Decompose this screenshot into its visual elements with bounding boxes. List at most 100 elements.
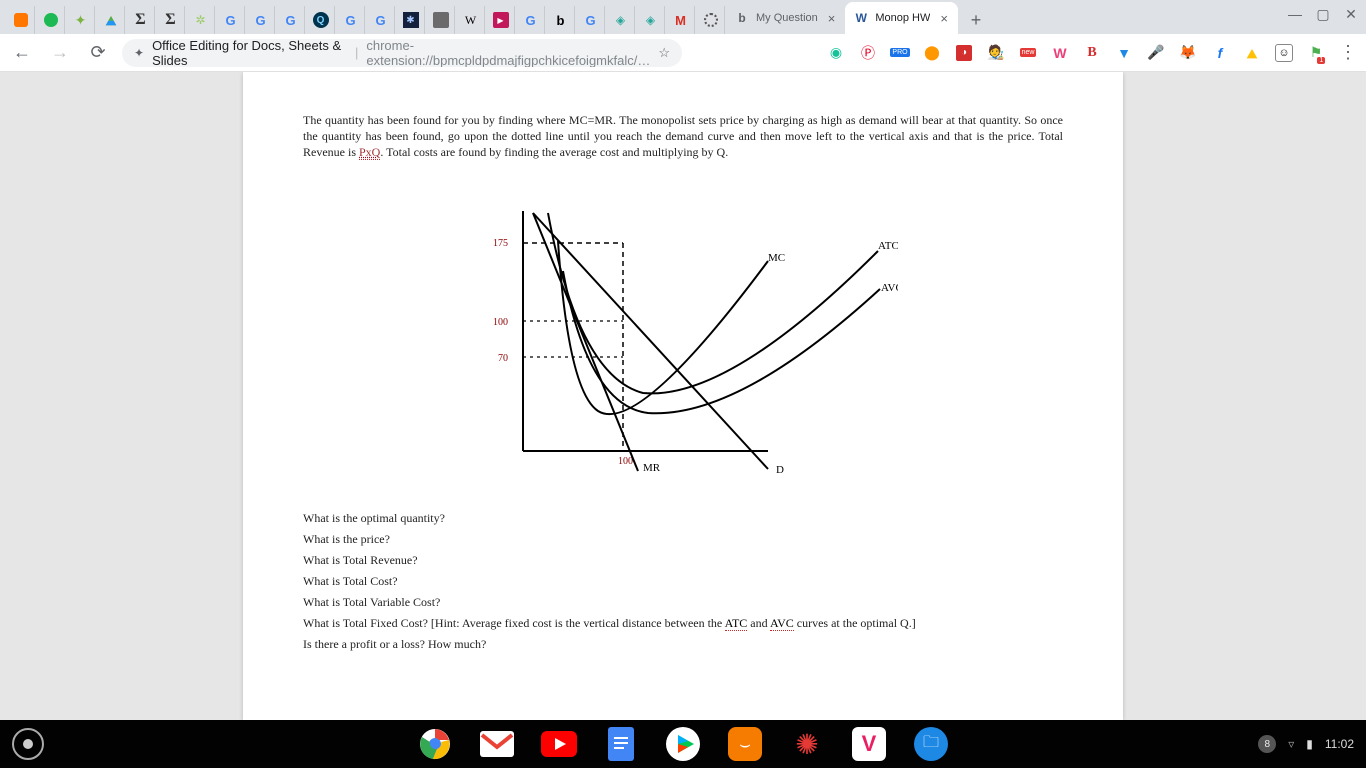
question-5: What is Total Variable Cost? (303, 595, 1063, 610)
pinned-tab-g6[interactable]: G (517, 6, 545, 34)
pinned-tab-q[interactable]: Q (307, 6, 335, 34)
ext-avatar-icon[interactable]: ☺ (1274, 43, 1294, 63)
omnibox-url: chrome-extension://bpmcpldpdmajfigpchkic… (366, 39, 650, 67)
pinned-tab-1[interactable] (7, 6, 35, 34)
pinned-tab-g5[interactable]: G (367, 6, 395, 34)
clock: 11:02 (1325, 737, 1354, 751)
question-7: Is there a profit or a loss? How much? (303, 637, 1063, 652)
pinned-tab-g7[interactable]: G (577, 6, 605, 34)
document-page: The quantity has been found for you by f… (243, 72, 1123, 720)
omnibox-title: Office Editing for Docs, Sheets & Slides (152, 39, 347, 67)
label-avc: AVC (881, 282, 898, 294)
notification-count[interactable]: 8 (1258, 735, 1276, 753)
pinned-tab-g4[interactable]: G (337, 6, 365, 34)
pinned-tab-7[interactable]: ✲ (187, 6, 215, 34)
app-gmail[interactable] (477, 724, 517, 764)
question-3: What is Total Revenue? (303, 553, 1063, 568)
extension-puzzle-icon: ✦ (134, 46, 144, 60)
label-atc: ATC (878, 240, 898, 252)
new-tab-button[interactable]: + (962, 6, 990, 34)
shelf-apps: ⌣ ✺ V 🗀 (415, 724, 951, 764)
chrome-menu-button[interactable]: ⋮ (1338, 43, 1358, 63)
pinned-tab-diamond2[interactable]: ◈ (637, 6, 665, 34)
back-button[interactable]: ← (8, 39, 36, 67)
pinned-tab-g3[interactable]: G (277, 6, 305, 34)
monopoly-graph: 175 100 70 100 D MR MC ATC (468, 201, 898, 481)
pinned-tab-3[interactable]: ✦ (67, 6, 95, 34)
label-mc: MC (768, 252, 785, 264)
y-tick-100: 100 (493, 317, 508, 328)
wifi-icon: ▿ (1288, 737, 1294, 751)
app-docs[interactable] (601, 724, 641, 764)
close-icon[interactable]: × (828, 11, 836, 26)
question-4: What is Total Cost? (303, 574, 1063, 589)
ext-flag-icon[interactable]: ⚑1 (1306, 43, 1326, 63)
tab-monop-hw[interactable]: W Monop HW × (845, 2, 958, 34)
pinned-tab-g1[interactable]: G (217, 6, 245, 34)
ext-grammarly-icon[interactable]: ◉ (826, 43, 846, 63)
ext-w-icon[interactable]: W (1050, 43, 1070, 63)
ext-b-icon[interactable]: B (1082, 43, 1102, 63)
x-tick-100: 100 (618, 456, 633, 467)
minimize-button[interactable]: — (1288, 6, 1302, 23)
forward-button[interactable]: → (46, 39, 74, 67)
document-workspace: The quantity has been found for you by f… (0, 72, 1366, 720)
app-files[interactable]: 🗀 (911, 724, 951, 764)
pinned-tab-w[interactable]: W (457, 6, 485, 34)
pinned-tab-red[interactable]: ▶ (487, 6, 515, 34)
pinned-tab-g2[interactable]: G (247, 6, 275, 34)
maximize-button[interactable]: ▢ (1316, 6, 1330, 23)
ext-f-icon[interactable]: f (1210, 43, 1230, 63)
ext-new-icon[interactable]: new (1018, 43, 1038, 63)
ext-pinterest-icon[interactable]: Ⓟ (858, 43, 878, 63)
ext-orange-icon[interactable]: ⬤ (922, 43, 942, 63)
y-tick-175: 175 (493, 238, 508, 249)
pinned-tab-sigma2[interactable]: Σ (157, 6, 185, 34)
pinned-tab-sigma1[interactable]: Σ (127, 6, 155, 34)
app-chrome[interactable] (415, 724, 455, 764)
launcher-button[interactable] (12, 728, 44, 760)
omnibox[interactable]: ✦ Office Editing for Docs, Sheets & Slid… (122, 39, 682, 67)
pinned-tab-drive[interactable] (97, 6, 125, 34)
pinned-tab-snow[interactable]: ✱ (397, 6, 425, 34)
extension-row: ◉ Ⓟ PRO ⬤ ◑ 🧑‍🎨 new W B ▼ 🎤 🦊 f ☺ ⚑1 ⋮ (826, 43, 1358, 63)
pinned-tab-spotify[interactable] (37, 6, 65, 34)
word-icon: W (853, 10, 869, 26)
browser-tabstrip: ✦ Σ Σ ✲ G G G Q G G ✱ W ▶ G b G ◈ ◈ M b … (0, 0, 1366, 34)
label-d: D (776, 464, 784, 476)
reload-button[interactable]: ⟳ (84, 39, 112, 67)
bartleby-icon: b (734, 10, 750, 26)
pinned-tab-photo[interactable] (427, 6, 455, 34)
tab-title: Monop HW (875, 12, 930, 24)
y-tick-70: 70 (498, 353, 508, 364)
pinned-tab-b[interactable]: b (547, 6, 575, 34)
app-audible[interactable]: ⌣ (725, 724, 765, 764)
chromeos-shelf: ⌣ ✺ V 🗀 8 ▿ ▮ 11:02 (0, 720, 1366, 768)
close-window-button[interactable]: ✕ (1344, 6, 1358, 23)
battery-icon: ▮ (1306, 737, 1313, 751)
window-controls: — ▢ ✕ (1288, 6, 1358, 23)
intro-paragraph: The quantity has been found for you by f… (303, 112, 1063, 161)
ext-people-icon[interactable]: 🧑‍🎨 (986, 43, 1006, 63)
shelf-status[interactable]: 8 ▿ ▮ 11:02 (1258, 735, 1354, 753)
ext-firefox-icon[interactable]: 🦊 (1178, 43, 1198, 63)
ext-pro-icon[interactable]: PRO (890, 43, 910, 63)
ext-blue-tri-icon[interactable]: ▼ (1114, 43, 1134, 63)
pinned-tab-gmail[interactable]: M (667, 6, 695, 34)
app-canvas[interactable]: ✺ (787, 724, 827, 764)
question-1: What is the optimal quantity? (303, 511, 1063, 526)
app-youtube[interactable] (539, 724, 579, 764)
label-mr: MR (643, 462, 661, 474)
question-6: What is Total Fixed Cost? [Hint: Average… (303, 616, 1063, 631)
app-v[interactable]: V (849, 724, 889, 764)
pinned-tab-target[interactable] (697, 6, 725, 34)
pinned-tab-diamond1[interactable]: ◈ (607, 6, 635, 34)
app-play[interactable] (663, 724, 703, 764)
bookmark-star-icon[interactable]: ☆ (658, 45, 670, 61)
ext-red-box-icon[interactable]: ◑ (954, 43, 974, 63)
tab-my-questions[interactable]: b My Question × (726, 2, 845, 34)
ext-mic-icon[interactable]: 🎤 (1146, 43, 1166, 63)
ext-drive-icon[interactable] (1242, 43, 1262, 63)
close-icon[interactable]: × (940, 11, 948, 26)
question-2: What is the price? (303, 532, 1063, 547)
